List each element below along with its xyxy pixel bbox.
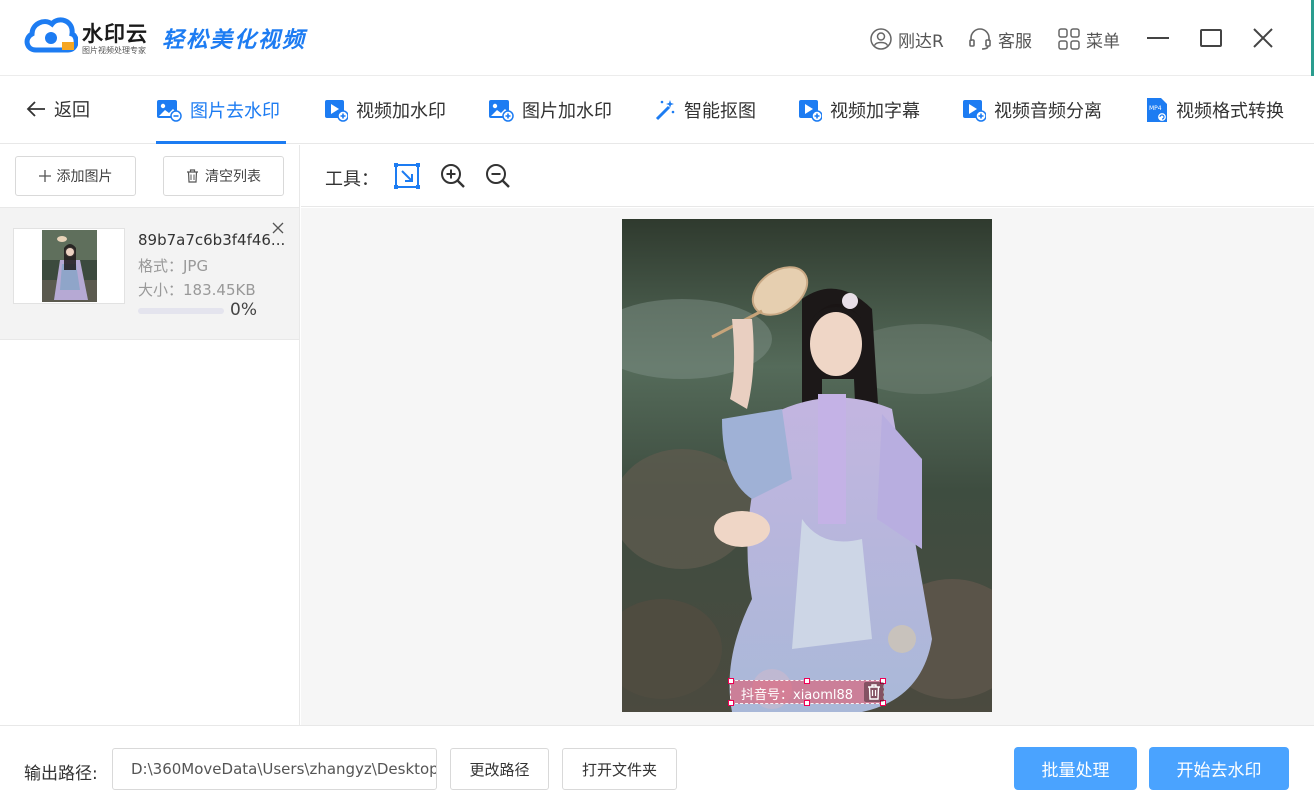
tool-bar: 工具： xyxy=(301,145,1314,207)
zoom-out-icon xyxy=(486,164,510,188)
tab-image-remove-watermark[interactable]: 图片去水印 xyxy=(156,94,280,126)
tab-video-add-watermark[interactable]: 视频加水印 xyxy=(324,94,446,126)
customer-service-button[interactable]: 客服 xyxy=(968,26,1032,52)
tab-video-subtitle[interactable]: 视频加字幕 xyxy=(798,94,920,126)
tab-label: 视频加字幕 xyxy=(830,101,920,122)
preview-image: 抖音号：xiaoml88 xyxy=(622,219,992,712)
user-icon xyxy=(870,28,892,50)
headset-icon xyxy=(969,28,991,50)
tab-label: 视频格式转换 xyxy=(1176,101,1284,122)
watermark-selection[interactable]: 抖音号：xiaoml88 xyxy=(728,678,886,706)
title-bar: 水印云 图片视频处理专家 轻松美化视频 刚达R 客服 菜单 xyxy=(0,0,1314,76)
file-thumbnail xyxy=(13,228,125,304)
video-audio-split-icon xyxy=(963,100,986,122)
clear-list-label: 清空列表 xyxy=(205,169,261,185)
trash-icon xyxy=(187,169,198,183)
tab-smart-cutout[interactable]: 智能抠图 xyxy=(654,94,756,126)
tab-video-audio-split[interactable]: 视频音频分离 xyxy=(962,94,1102,126)
cloud-logo-icon xyxy=(24,17,78,53)
tab-label: 图片去水印 xyxy=(190,101,280,122)
user-name: 刚达R xyxy=(898,31,944,52)
add-image-button[interactable]: 添加图片 xyxy=(15,156,136,196)
tab-label: 图片加水印 xyxy=(522,101,612,122)
maximize-icon xyxy=(1200,29,1222,47)
zoom-in-icon xyxy=(441,164,465,188)
tab-label: 视频加水印 xyxy=(356,101,446,122)
plus-icon xyxy=(38,170,51,182)
fit-to-screen-button[interactable] xyxy=(393,162,421,190)
clear-list-button[interactable]: 清空列表 xyxy=(163,156,284,196)
feature-tab-bar: 返回 图片去水印 视频加水印 图片加水印 智能抠图 视频加字幕 视频音频分离 M… xyxy=(0,77,1314,144)
file-list-panel: 添加图片 清空列表 89b7a7c6b3f4f46... 格式：JPG 大小：1… xyxy=(0,145,300,725)
file-format: 格式：JPG xyxy=(138,257,209,275)
add-image-label: 添加图片 xyxy=(56,169,113,185)
watermark-text: 抖音号：xiaoml88 xyxy=(741,688,854,703)
batch-process-button[interactable]: 批量处理 xyxy=(1014,747,1137,790)
customer-service-label: 客服 xyxy=(998,31,1032,52)
thumbnail-image xyxy=(42,230,97,302)
minimize-button[interactable] xyxy=(1141,22,1175,54)
resize-handle[interactable] xyxy=(728,700,734,706)
resize-handle[interactable] xyxy=(804,678,810,684)
zoom-out-button[interactable] xyxy=(484,162,512,190)
tab-image-add-watermark[interactable]: 图片加水印 xyxy=(488,94,612,126)
menu-button[interactable]: 菜单 xyxy=(1058,26,1120,52)
footer-bar: 输出路径: D:\360MoveData\Users\zhangyz\Deskt… xyxy=(0,725,1314,810)
image-remove-watermark-icon xyxy=(157,100,182,122)
open-folder-button[interactable]: 打开文件夹 xyxy=(562,748,677,790)
zoom-in-button[interactable] xyxy=(439,162,467,190)
photo-illustration xyxy=(622,219,992,712)
maximize-button[interactable] xyxy=(1194,22,1228,54)
tab-video-format-convert[interactable]: MP4 视频格式转换 xyxy=(1146,94,1284,126)
file-list-item[interactable]: 89b7a7c6b3f4f46... 格式：JPG 大小：183.45KB 0% xyxy=(0,208,299,340)
resize-handle[interactable] xyxy=(728,678,734,684)
magic-wand-icon xyxy=(655,100,675,121)
output-path-label: 输出路径: xyxy=(24,764,98,784)
app-slogan: 轻松美化视频 xyxy=(162,27,307,53)
mp4-file-icon: MP4 xyxy=(1147,98,1168,123)
user-account-button[interactable]: 刚达R xyxy=(870,26,944,52)
progress-bar xyxy=(138,308,224,314)
change-path-button[interactable]: 更改路径 xyxy=(450,748,549,790)
app-logo: 水印云 图片视频处理专家 xyxy=(24,14,154,58)
close-window-button[interactable] xyxy=(1246,22,1280,54)
file-name: 89b7a7c6b3f4f46... xyxy=(138,231,286,249)
resize-handle[interactable] xyxy=(804,700,810,706)
minimize-icon xyxy=(1147,37,1169,39)
svg-text:MP4: MP4 xyxy=(1149,105,1162,112)
arrow-left-icon xyxy=(26,101,45,117)
logo-name: 水印云 xyxy=(82,22,148,46)
back-button[interactable]: 返回 xyxy=(26,96,90,122)
preview-canvas: 抖音号：xiaoml88 xyxy=(301,208,1314,725)
video-add-watermark-icon xyxy=(325,100,348,122)
output-path-field[interactable]: D:\360MoveData\Users\zhangyz\Desktop xyxy=(112,748,437,790)
tab-label: 智能抠图 xyxy=(684,101,756,122)
tools-label: 工具： xyxy=(325,169,379,190)
menu-label: 菜单 xyxy=(1086,31,1120,52)
tab-label: 视频音频分离 xyxy=(994,101,1102,122)
grid-menu-icon xyxy=(1058,28,1080,50)
delete-selection-icon[interactable] xyxy=(864,682,884,702)
fit-screen-icon xyxy=(394,163,420,189)
image-add-watermark-icon xyxy=(489,100,514,122)
progress-percent: 0% xyxy=(230,300,257,320)
video-subtitle-icon xyxy=(799,100,822,122)
start-remove-watermark-button[interactable]: 开始去水印 xyxy=(1149,747,1289,790)
close-icon xyxy=(1253,28,1273,48)
active-tab-indicator xyxy=(156,141,286,144)
logo-subtitle: 图片视频处理专家 xyxy=(82,46,146,55)
back-label: 返回 xyxy=(54,100,90,121)
remove-file-icon[interactable] xyxy=(270,220,286,236)
file-size: 大小：183.45KB xyxy=(138,281,256,299)
